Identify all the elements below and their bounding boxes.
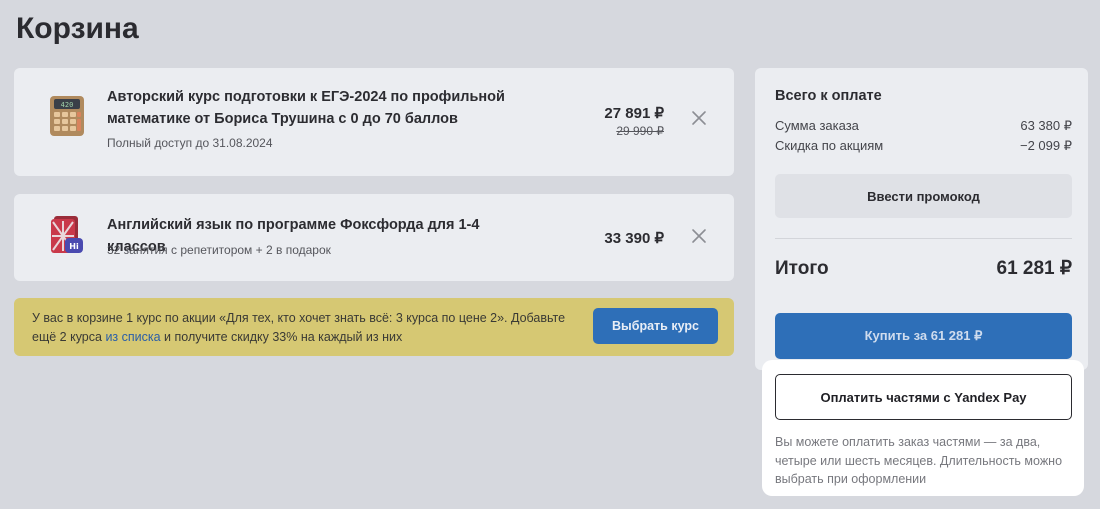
item-subtitle: Полный доступ до 31.08.2024 [107,136,273,150]
close-icon[interactable] [688,107,710,129]
discount-label: Скидка по акциям [775,138,884,153]
yandex-pay-panel: Оплатить частями с Yandex Pay Вы можете … [762,360,1084,496]
english-book-icon: Hi [51,216,83,253]
item-price: 33 390 ₽ [604,230,664,247]
course-list-link[interactable]: из списка [105,330,160,344]
divider [775,238,1072,239]
item-title[interactable]: Авторский курс подготовки к ЕГЭ-2024 по … [107,86,537,130]
promo-text: У вас в корзине 1 курс по акции «Для тех… [32,309,572,347]
cart-item: 420 Авторский курс подготовки к ЕГЭ-2024… [14,68,734,176]
close-icon[interactable] [688,225,710,247]
buy-button[interactable]: Купить за 61 281 ₽ [775,313,1072,359]
calculator-icon: 420 [50,96,84,136]
promo-text-part: и получите скидку 33% на каждый из них [160,330,403,344]
order-summary: Всего к оплате Сумма заказа 63 380 ₽ Ски… [755,68,1088,370]
page-title: Корзина [16,12,139,45]
promo-banner: У вас в корзине 1 курс по акции «Для тех… [14,298,734,356]
order-sum-label: Сумма заказа [775,118,859,133]
item-price: 27 891 ₽ [604,105,664,122]
item-old-price: 29 990 ₽ [616,124,664,138]
yandex-pay-button[interactable]: Оплатить частями с Yandex Pay [775,374,1072,420]
item-subtitle: 32 занятия с репетитором + 2 в подарок [107,243,331,257]
cart-item: Hi Английский язык по программе Фоксфорд… [14,194,734,281]
promo-code-button[interactable]: Ввести промокод [775,174,1072,218]
choose-course-button[interactable]: Выбрать курс [593,308,718,344]
total-value: 61 281 ₽ [996,258,1072,279]
yandex-pay-note: Вы можете оплатить заказ частями — за дв… [775,435,1063,486]
svg-text:Hi: Hi [69,242,79,251]
svg-text:420: 420 [61,101,74,109]
summary-title: Всего к оплате [775,88,882,104]
total-label: Итого [775,258,829,279]
order-sum-value: 63 380 ₽ [1020,118,1072,133]
discount-value: −2 099 ₽ [1019,138,1072,153]
